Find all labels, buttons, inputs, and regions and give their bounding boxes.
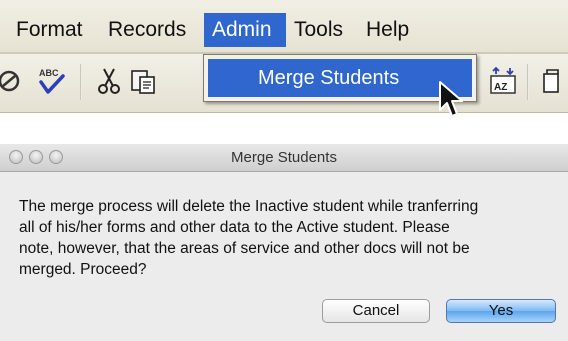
svg-text:AZ: AZ bbox=[494, 82, 507, 93]
menu-tools[interactable]: Tools bbox=[286, 13, 351, 47]
menu-admin[interactable]: Admin bbox=[204, 13, 286, 47]
merge-students-dialog: Merge Students The merge process will de… bbox=[0, 144, 568, 341]
svg-text:ABC: ABC bbox=[39, 68, 59, 78]
paste-icon[interactable] bbox=[128, 66, 158, 96]
menu-item-merge-students[interactable]: Merge Students bbox=[208, 59, 472, 97]
menu-format[interactable]: Format bbox=[8, 13, 91, 47]
toolbar-separator bbox=[527, 64, 529, 100]
menu-bar: Format Records Admin Tools Help bbox=[0, 0, 568, 54]
pointer-cursor-icon bbox=[439, 81, 463, 117]
toolbar-edge-icon[interactable] bbox=[0, 66, 24, 96]
yes-button[interactable]: Yes bbox=[446, 299, 556, 323]
toolbar-separator bbox=[80, 64, 82, 100]
spell-check-icon[interactable]: ABC bbox=[36, 66, 66, 96]
app-window-excerpt: Format Records Admin Tools Help ABC AZ M… bbox=[0, 0, 568, 124]
sort-az-icon[interactable]: AZ bbox=[488, 66, 518, 96]
cancel-button[interactable]: Cancel bbox=[322, 299, 430, 323]
dialog-title: Merge Students bbox=[231, 149, 337, 166]
cut-icon[interactable] bbox=[94, 66, 124, 96]
menu-help[interactable]: Help bbox=[358, 13, 417, 47]
dialog-message: The merge process will delete the Inacti… bbox=[19, 198, 479, 278]
admin-dropdown-menu: Merge Students bbox=[203, 54, 477, 102]
dialog-titlebar: Merge Students bbox=[0, 144, 568, 172]
menu-records[interactable]: Records bbox=[100, 13, 194, 47]
toolbar-edge-icon[interactable] bbox=[540, 66, 568, 96]
